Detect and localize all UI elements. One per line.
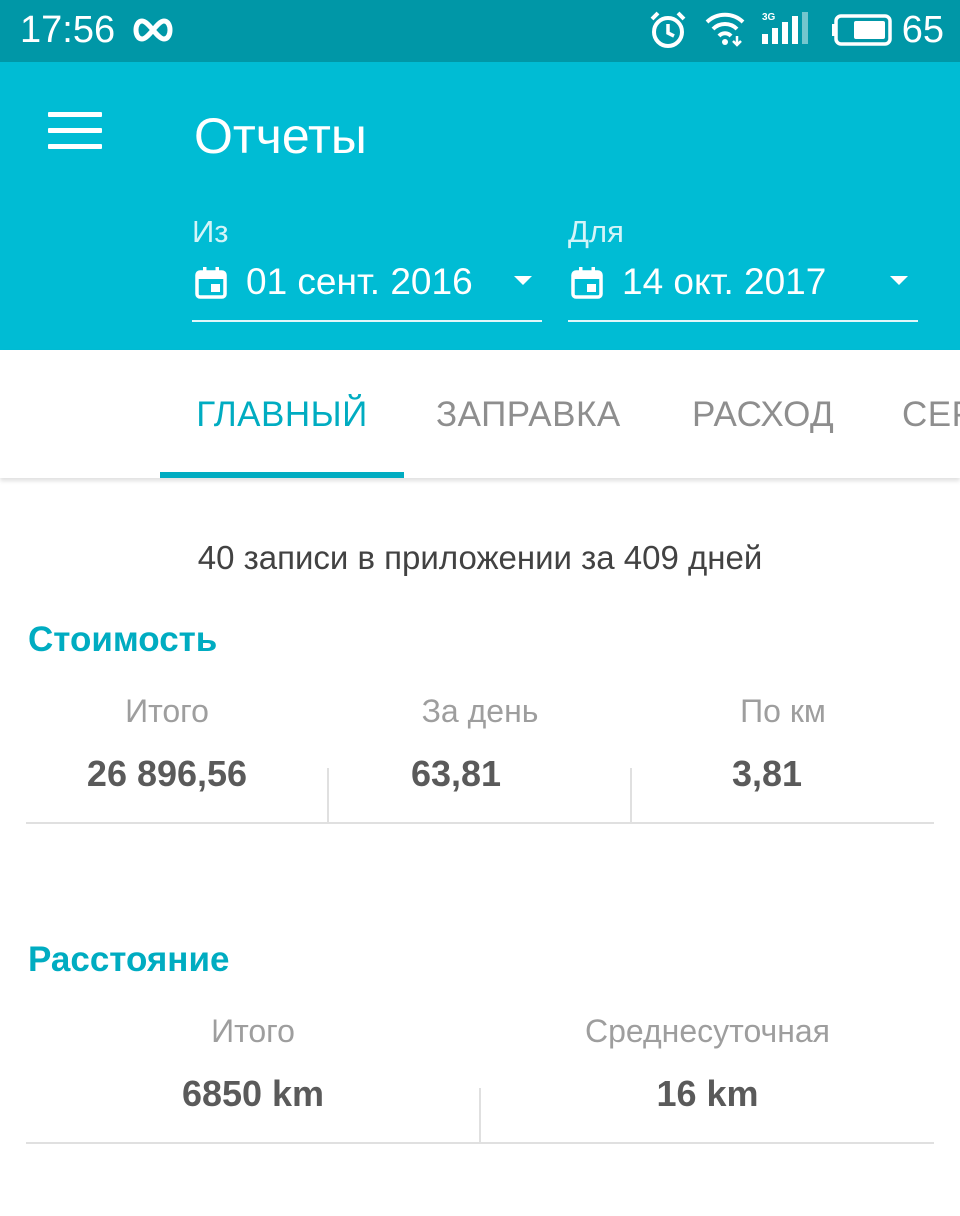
cost-total-cell: Итого 26 896,56 bbox=[26, 690, 308, 822]
distance-total-label: Итого bbox=[211, 1013, 295, 1049]
cost-stats: Итого 26 896,56 За день 63,81 По км 3,81 bbox=[26, 690, 934, 824]
calendar-icon bbox=[195, 267, 227, 299]
distance-total-cell: Итого 6850 km bbox=[26, 1010, 480, 1142]
calendar-icon bbox=[571, 267, 603, 299]
wifi-icon bbox=[705, 12, 745, 47]
cost-per-day-cell: За день 63,81 bbox=[329, 690, 631, 822]
date-to-field[interactable]: Для 14 окт. 2017 bbox=[568, 212, 918, 324]
date-to-dropdown[interactable]: 14 окт. 2017 bbox=[568, 258, 918, 306]
date-to-value: 14 окт. 2017 bbox=[622, 261, 827, 302]
tab-bar: ГЛАВНЫЙ ЗАПРАВКА РАСХОД СЕР bbox=[0, 350, 960, 478]
distance-total-value: 6850 km bbox=[181, 1073, 325, 1114]
status-time: 17:56 bbox=[20, 9, 116, 51]
records-summary: 40 записи в приложении за 409 дней bbox=[197, 539, 763, 576]
distance-section-title: Расстояние bbox=[28, 940, 230, 979]
app-bar: Отчеты Из 01 сент. 2016 Для 14 окт. 2017 bbox=[0, 62, 960, 350]
cost-per-day-label: За день bbox=[421, 693, 539, 729]
date-from-value: 01 сент. 2016 bbox=[246, 261, 473, 302]
tab-indicator bbox=[160, 472, 404, 478]
cost-per-km-label: По км bbox=[740, 693, 826, 729]
tab-service[interactable]: СЕР bbox=[902, 350, 960, 478]
tab-expense[interactable]: РАСХОД bbox=[692, 350, 834, 478]
date-from-field[interactable]: Из 01 сент. 2016 bbox=[192, 212, 542, 324]
divider bbox=[26, 1142, 934, 1144]
status-bar: 17:56 3G 65 bbox=[0, 0, 960, 62]
distance-daily-avg-cell: Среднесуточная 16 km bbox=[481, 1010, 934, 1142]
battery-icon bbox=[832, 14, 892, 46]
tab-main[interactable]: ГЛАВНЫЙ bbox=[160, 350, 404, 478]
date-to-label: Для bbox=[568, 214, 624, 249]
battery-level: 65 bbox=[901, 9, 944, 51]
infinity-icon bbox=[133, 18, 173, 42]
cost-total-label: Итого bbox=[125, 693, 209, 729]
svg-text:3G: 3G bbox=[762, 12, 776, 23]
cellular-signal-icon: 3G bbox=[762, 12, 808, 44]
chevron-down-icon bbox=[514, 276, 532, 285]
cost-per-km-value: 3,81 bbox=[731, 753, 803, 794]
date-to-underline bbox=[568, 320, 918, 322]
tab-refueling[interactable]: ЗАПРАВКА bbox=[436, 350, 621, 478]
cost-total-value: 26 896,56 bbox=[86, 753, 248, 794]
date-from-underline bbox=[192, 320, 542, 322]
chevron-down-icon bbox=[890, 276, 908, 285]
distance-daily-avg-label: Среднесуточная bbox=[585, 1013, 830, 1049]
cost-per-day-value: 63,81 bbox=[410, 753, 502, 794]
cost-section-title: Стоимость bbox=[28, 620, 218, 659]
distance-daily-avg-value: 16 km bbox=[656, 1073, 759, 1114]
page-title: Отчеты bbox=[194, 108, 367, 164]
menu-icon[interactable] bbox=[48, 112, 102, 154]
date-from-dropdown[interactable]: 01 сент. 2016 bbox=[192, 258, 542, 306]
divider bbox=[26, 822, 934, 824]
alarm-clock-icon bbox=[650, 11, 686, 48]
cost-per-km-cell: По км 3,81 bbox=[632, 690, 934, 822]
date-from-label: Из bbox=[192, 214, 229, 249]
distance-stats: Итого 6850 km Среднесуточная 16 km bbox=[26, 1010, 934, 1144]
